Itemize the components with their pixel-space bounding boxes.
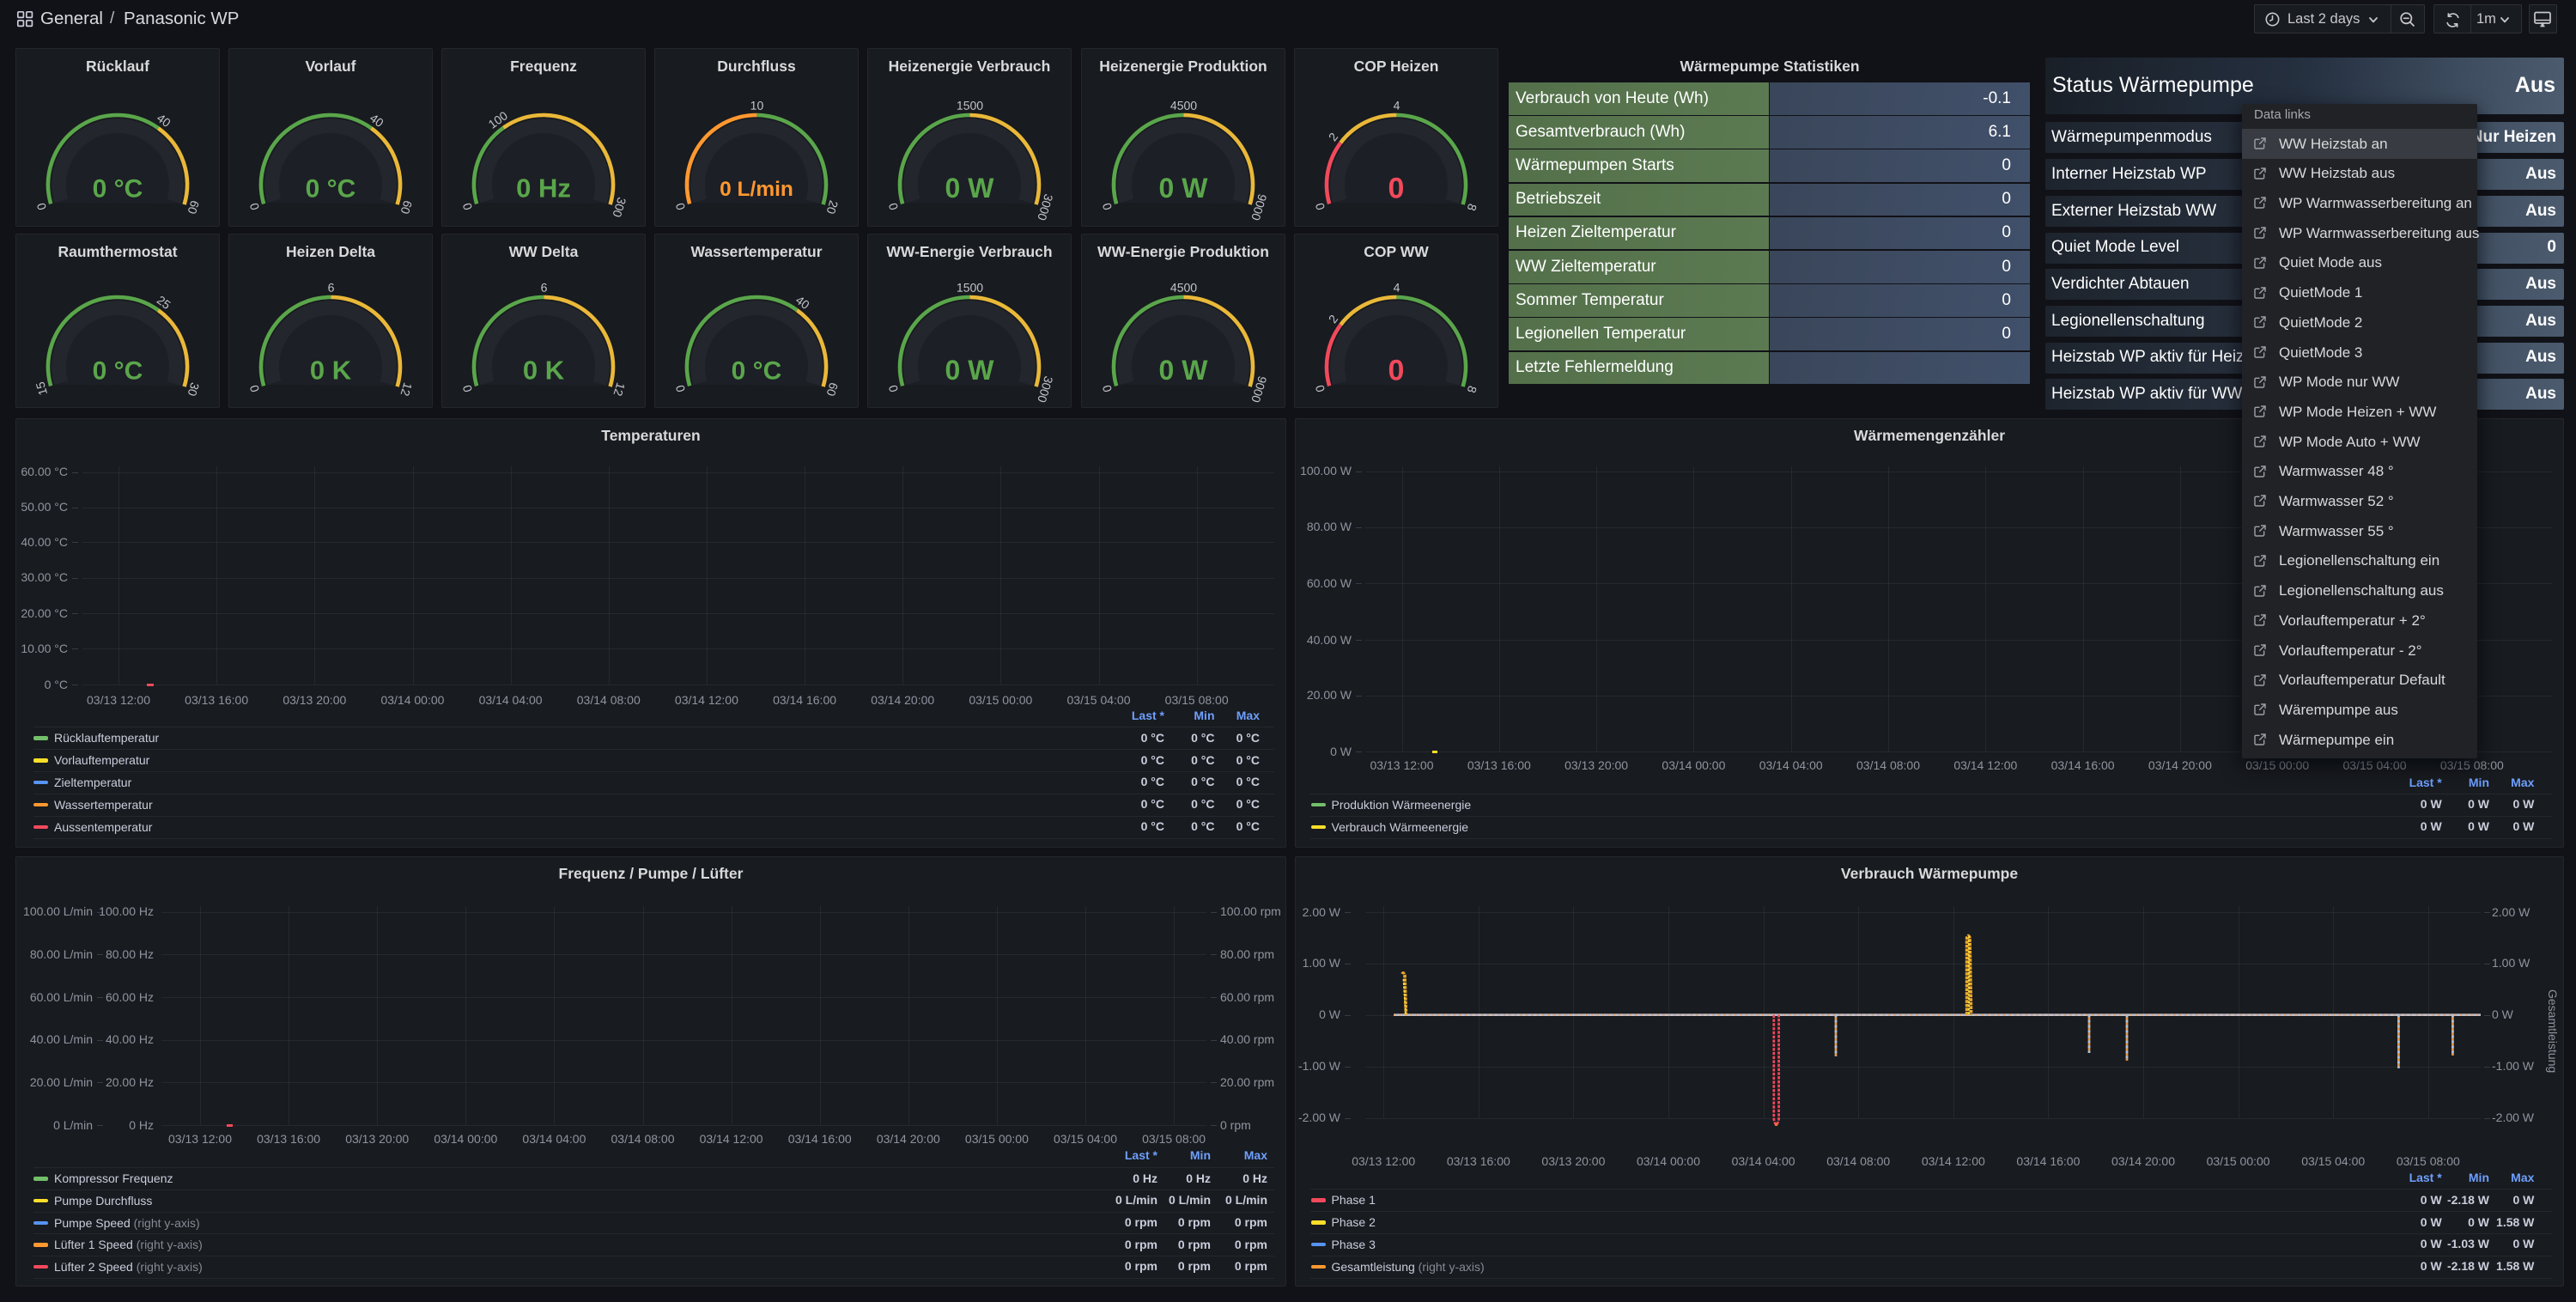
svg-text:0 W: 0 W — [945, 355, 995, 386]
svg-text:0 °C: 0 °C — [732, 356, 782, 385]
svg-text:0 °C: 0 °C — [93, 174, 143, 203]
svg-text:0: 0 — [459, 383, 475, 393]
svg-text:0: 0 — [885, 383, 901, 393]
svg-text:0: 0 — [672, 383, 688, 393]
svg-text:1500: 1500 — [957, 281, 983, 295]
svg-text:0 W: 0 W — [1159, 173, 1209, 204]
svg-text:60: 60 — [823, 381, 841, 399]
svg-text:0: 0 — [1312, 383, 1327, 393]
svg-text:0 K: 0 K — [523, 356, 565, 386]
svg-text:12: 12 — [398, 381, 415, 399]
svg-text:0 W: 0 W — [1159, 355, 1209, 386]
svg-text:2: 2 — [1326, 312, 1341, 326]
svg-text:60: 60 — [185, 199, 202, 216]
svg-text:0: 0 — [1099, 201, 1115, 211]
svg-text:15: 15 — [33, 380, 50, 398]
svg-text:0: 0 — [459, 201, 475, 211]
svg-text:0 °C: 0 °C — [306, 174, 356, 203]
svg-text:0: 0 — [672, 201, 688, 211]
svg-text:30: 30 — [185, 381, 202, 399]
svg-text:0 W: 0 W — [945, 173, 995, 204]
svg-text:20: 20 — [823, 199, 841, 216]
svg-text:0: 0 — [1388, 354, 1405, 386]
svg-text:10: 10 — [750, 99, 764, 113]
svg-text:6: 6 — [541, 281, 548, 295]
svg-text:0 L/min: 0 L/min — [720, 178, 793, 201]
svg-text:4500: 4500 — [1170, 99, 1197, 113]
svg-text:12: 12 — [611, 381, 628, 399]
svg-text:0: 0 — [33, 201, 49, 211]
svg-text:0: 0 — [1099, 383, 1115, 393]
svg-text:0: 0 — [246, 383, 262, 393]
svg-text:0: 0 — [1388, 172, 1405, 204]
svg-text:8: 8 — [1465, 384, 1480, 394]
svg-text:60: 60 — [398, 199, 415, 216]
svg-text:0: 0 — [885, 201, 901, 211]
svg-text:0: 0 — [246, 201, 262, 211]
svg-text:4: 4 — [1394, 99, 1400, 113]
svg-text:8: 8 — [1465, 202, 1480, 212]
svg-text:6: 6 — [328, 281, 335, 295]
svg-text:2: 2 — [1326, 130, 1341, 143]
svg-text:0: 0 — [1312, 201, 1327, 211]
svg-text:1500: 1500 — [957, 99, 983, 113]
svg-text:0 °C: 0 °C — [93, 356, 143, 385]
svg-text:4500: 4500 — [1170, 281, 1197, 295]
svg-text:0 Hz: 0 Hz — [516, 173, 571, 204]
svg-text:4: 4 — [1394, 281, 1400, 295]
svg-text:0 K: 0 K — [310, 356, 352, 386]
